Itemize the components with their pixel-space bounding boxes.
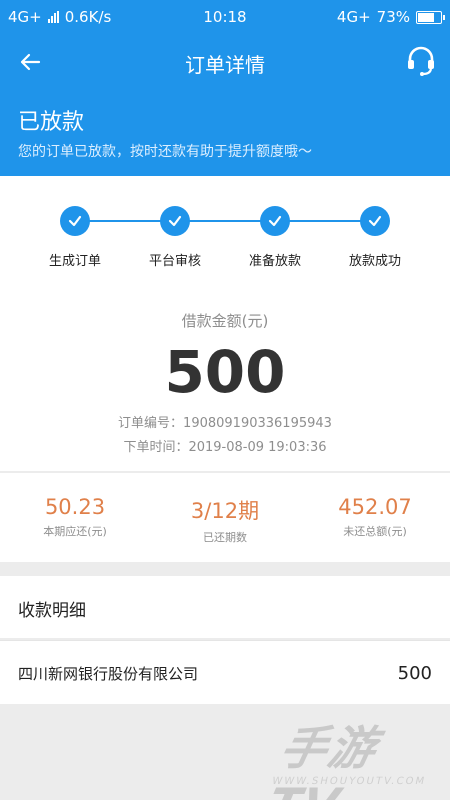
battery-percent: 73% (376, 8, 410, 26)
summary-value: 3/12期 (190, 499, 260, 523)
battery-icon (416, 10, 445, 24)
summary-label: 未还总额(元) (343, 525, 407, 538)
check-icon (160, 206, 190, 236)
summary-current-due: 50.23 本期应还(元) (0, 495, 150, 539)
step-disbursed: 放款成功 (325, 206, 425, 269)
check-icon (260, 206, 290, 236)
watermark-logo: 手游TV WWW.SHOUYOUTV.COM (263, 712, 448, 800)
customer-service-button[interactable] (404, 44, 438, 78)
check-icon (360, 206, 390, 236)
section-title: 收款明细 (18, 601, 86, 621)
repayment-summary: 50.23 本期应还(元) 3/12期 已还期数 452.07 未还总额(元) (0, 472, 450, 562)
step-platform-review: 平台审核 (125, 206, 225, 269)
status-bar: 4G+ 0.6K/s 10:18 4G+ 73% (0, 0, 450, 34)
summary-value: 452.07 (338, 495, 412, 519)
loan-status-description: 您的订单已放款，按时还款有助于提升额度哦～ (18, 144, 312, 160)
page-title: 订单详情 (185, 53, 265, 77)
header: 4G+ 0.6K/s 10:18 4G+ 73% 订单详情 已放款 您的订单已放… (0, 0, 450, 176)
summary-value: 50.23 (44, 495, 106, 519)
step-label: 生成订单 (48, 254, 101, 269)
summary-paid-periods: 3/12期 已还期数 (150, 495, 300, 545)
check-icon (60, 206, 90, 236)
nav-bar: 订单详情 (0, 34, 450, 90)
step-label: 平台审核 (148, 254, 201, 269)
step-prepare-disbursement: 准备放款 (225, 206, 325, 269)
receipt-row[interactable]: 四川新网银行股份有限公司 500 (0, 640, 450, 704)
order-number: 订单编号：190809190336195943 (118, 416, 332, 431)
loan-amount-label: 借款金额(元) (181, 312, 269, 330)
order-card: 生成订单 平台审核 准备放款 放款成功 借款金额(元) 500 订单编号：190… (0, 176, 450, 471)
step-label: 放款成功 (348, 254, 401, 269)
summary-remaining-total: 452.07 未还总额(元) (300, 495, 450, 539)
receipt-amount: 500 (397, 663, 432, 684)
step-create-order: 生成订单 (25, 206, 125, 269)
loan-amount: 500 (164, 338, 286, 406)
order-time: 下单时间：2019-08-09 19:03:36 (123, 440, 327, 455)
headset-icon (408, 46, 434, 76)
loan-status-title: 已放款 (18, 110, 85, 135)
watermark-url: WWW.SHOUYOUTV.COM (270, 776, 428, 787)
network-label-right: 4G+ (336, 8, 371, 26)
summary-label: 本期应还(元) (43, 525, 107, 538)
summary-label: 已还期数 (203, 531, 247, 544)
step-label: 准备放款 (248, 254, 301, 269)
receipt-section-header: 收款明细 (0, 576, 450, 638)
bank-name: 四川新网银行股份有限公司 (18, 665, 199, 683)
